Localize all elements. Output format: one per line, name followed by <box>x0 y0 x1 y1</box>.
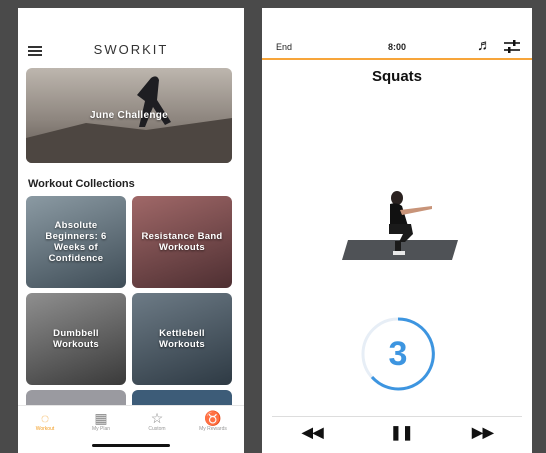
exercise-title: Squats <box>371 68 422 85</box>
section-title: Workout Collections <box>28 178 135 190</box>
collection-card-kettlebell[interactable]: Kettlebell Workouts <box>132 293 232 385</box>
collection-label: Kettlebell Workouts <box>158 328 206 350</box>
collection-card-resistance-band[interactable]: Resistance Band Workouts <box>132 196 232 288</box>
tab-label: My Plan <box>91 426 111 432</box>
countdown-number: 3 <box>388 334 408 373</box>
tab-label: My Rewards <box>199 426 227 432</box>
workout-player-screen: End 8:00 ♬ Squats 3 ◀◀ ❚❚ ▶▶ <box>262 8 532 453</box>
calendar-icon: ▦ <box>94 410 108 426</box>
june-challenge-card[interactable]: June Challenge <box>26 68 232 163</box>
sliders-icon[interactable] <box>504 40 520 54</box>
tab-my-plan[interactable]: ▦ My Plan <box>76 410 126 432</box>
home-indicator <box>92 444 170 447</box>
timer-icon: ◌ <box>40 410 50 426</box>
tab-custom[interactable]: ☆ Custom <box>132 410 182 432</box>
pause-icon[interactable]: ❚❚ <box>390 424 413 441</box>
challenge-label: June Challenge <box>89 110 169 121</box>
tab-label: Workout <box>35 426 55 432</box>
app-header: SWORKIT <box>18 8 244 62</box>
collection-card-dumbbell[interactable]: Dumbbell Workouts <box>26 293 126 385</box>
collection-label: Dumbbell Workouts <box>52 328 100 350</box>
tab-workout[interactable]: ◌ Workout <box>20 410 70 432</box>
tab-my-rewards[interactable]: ♉ My Rewards <box>188 410 238 432</box>
collection-card-beginners[interactable]: Absolute Beginners: 6 Weeks of Confidenc… <box>26 196 126 288</box>
tab-label: Custom <box>148 426 166 432</box>
collection-label: Absolute Beginners: 6 Weeks of Confidenc… <box>45 220 107 264</box>
exercise-illustration <box>342 191 458 260</box>
star-icon: ☆ <box>150 410 164 426</box>
collections-screen: SWORKIT June Challenge Workout Collectio… <box>18 8 244 453</box>
divider <box>272 416 522 417</box>
medal-icon: ♉ <box>204 410 222 426</box>
player-header: End 8:00 ♬ <box>262 8 532 60</box>
collection-label: Resistance Band Workouts <box>141 231 223 253</box>
fast-forward-icon[interactable]: ▶▶ <box>472 424 494 441</box>
brand-logo: SWORKIT <box>93 42 169 57</box>
music-icon[interactable]: ♬ <box>477 37 492 54</box>
rewind-icon[interactable]: ◀◀ <box>302 424 324 441</box>
